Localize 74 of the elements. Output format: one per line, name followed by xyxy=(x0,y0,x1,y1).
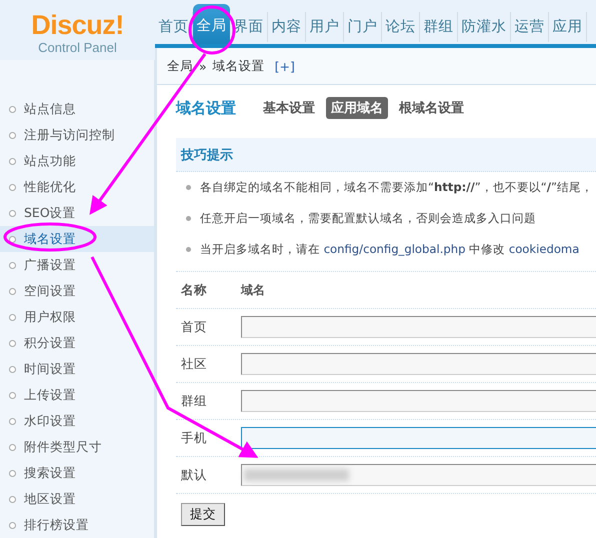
domain-input[interactable] xyxy=(241,316,596,338)
field-label: 手机 xyxy=(180,430,208,446)
nav-tab[interactable]: 用户 xyxy=(306,12,344,42)
field-label: 首页 xyxy=(180,318,208,336)
nav-tab[interactable]: 防灌水 xyxy=(458,12,511,42)
tip-text: 各自绑定的域名不能相同，域名不需要添加“http://”，也不要以“/”结尾， xyxy=(200,180,594,195)
add-link[interactable]: [+] xyxy=(274,58,295,74)
sidebar-item[interactable]: 注册与访问控制 xyxy=(0,122,154,148)
domain-input[interactable] xyxy=(241,427,596,449)
nav-tab[interactable]: 论坛 xyxy=(382,12,420,42)
breadcrumb-item: 域名设置 xyxy=(212,58,265,74)
bullet-icon xyxy=(9,132,16,138)
bullet-icon xyxy=(9,392,16,398)
bullet-icon xyxy=(9,314,16,320)
sidebar-item[interactable]: SEO设置 xyxy=(0,200,154,226)
sidebar-item[interactable]: 水印设置 xyxy=(0,408,154,434)
bullet-icon xyxy=(9,444,16,450)
bullet-icon xyxy=(9,184,16,190)
bullet-icon xyxy=(186,247,191,252)
bullet-icon xyxy=(9,366,16,372)
bullet-icon xyxy=(186,185,191,190)
tips-title: 技巧提示 xyxy=(181,146,233,164)
nav-tab[interactable]: 内容 xyxy=(268,12,306,42)
bullet-icon xyxy=(9,262,16,268)
page-tab[interactable]: 基本设置 xyxy=(258,97,320,119)
domain-input[interactable] xyxy=(241,390,596,412)
bullet-icon xyxy=(9,340,16,346)
bullet-icon xyxy=(9,158,16,164)
bullet-icon xyxy=(9,470,16,476)
sidebar-item[interactable]: 积分设置 xyxy=(0,330,154,356)
nav-tab[interactable]: 界面 xyxy=(230,12,268,42)
logo-subtitle: Control Panel xyxy=(38,40,117,56)
sidebar-item[interactable]: 用户权限 xyxy=(0,304,154,330)
sidebar-item[interactable]: 上传设置 xyxy=(0,382,154,408)
breadcrumb-separator: » xyxy=(199,58,207,74)
bullet-icon xyxy=(9,210,16,216)
column-header: 域名 xyxy=(241,282,265,298)
page-tab[interactable]: 根域名设置 xyxy=(394,97,469,119)
sidebar-item[interactable]: 站点功能 xyxy=(0,148,154,174)
bullet-icon xyxy=(9,522,16,528)
nav-tab[interactable]: 应用 xyxy=(549,12,587,42)
bullet-icon xyxy=(9,288,16,294)
column-header: 名称 xyxy=(180,282,208,298)
nav-tab[interactable]: 门户 xyxy=(344,12,382,42)
field-label: 群组 xyxy=(180,392,208,410)
sidebar-item[interactable]: 附件类型尺寸 xyxy=(0,434,154,460)
bullet-icon xyxy=(9,418,16,424)
bullet-icon xyxy=(9,236,16,242)
highlight-ring xyxy=(188,6,236,54)
breadcrumb-item[interactable]: 全局 xyxy=(167,58,193,74)
sidebar-item[interactable]: 性能优化 xyxy=(0,174,154,200)
sidebar-item[interactable]: 地区设置 xyxy=(0,486,154,512)
field-label: 默认 xyxy=(180,466,208,484)
submit-button[interactable]: 提交 xyxy=(181,503,225,526)
sidebar-item[interactable]: 搜索设置 xyxy=(0,460,154,486)
tip-text: 任意开启一项域名，需要配置默认域名，否则会造成多入口问题 xyxy=(200,211,536,226)
sidebar-item[interactable]: 广播设置 xyxy=(0,252,154,278)
bullet-icon xyxy=(186,216,191,221)
tip-text: 当开启多域名时，请在 config/config_global.php 中修改 cookiedoma xyxy=(200,242,580,257)
field-label: 社区 xyxy=(180,356,208,372)
domain-input[interactable] xyxy=(241,353,596,375)
bullet-icon xyxy=(9,496,16,502)
sidebar-item[interactable]: 时间设置 xyxy=(0,356,154,382)
logo-text: Discuz! xyxy=(31,12,124,38)
nav-tab[interactable]: 群组 xyxy=(420,12,458,42)
page-title: 域名设置 xyxy=(176,98,236,118)
page-tab[interactable]: 应用域名 xyxy=(326,97,388,119)
nav-tab[interactable]: 全局 xyxy=(193,4,230,44)
bullet-icon xyxy=(9,106,16,112)
sidebar-item[interactable]: 排行榜设置 xyxy=(0,512,154,538)
sidebar-item[interactable]: 空间设置 xyxy=(0,278,154,304)
domain-input[interactable] xyxy=(241,464,596,486)
nav-tab[interactable]: 运营 xyxy=(511,12,549,42)
sidebar-item[interactable]: 站点信息 xyxy=(0,96,154,122)
